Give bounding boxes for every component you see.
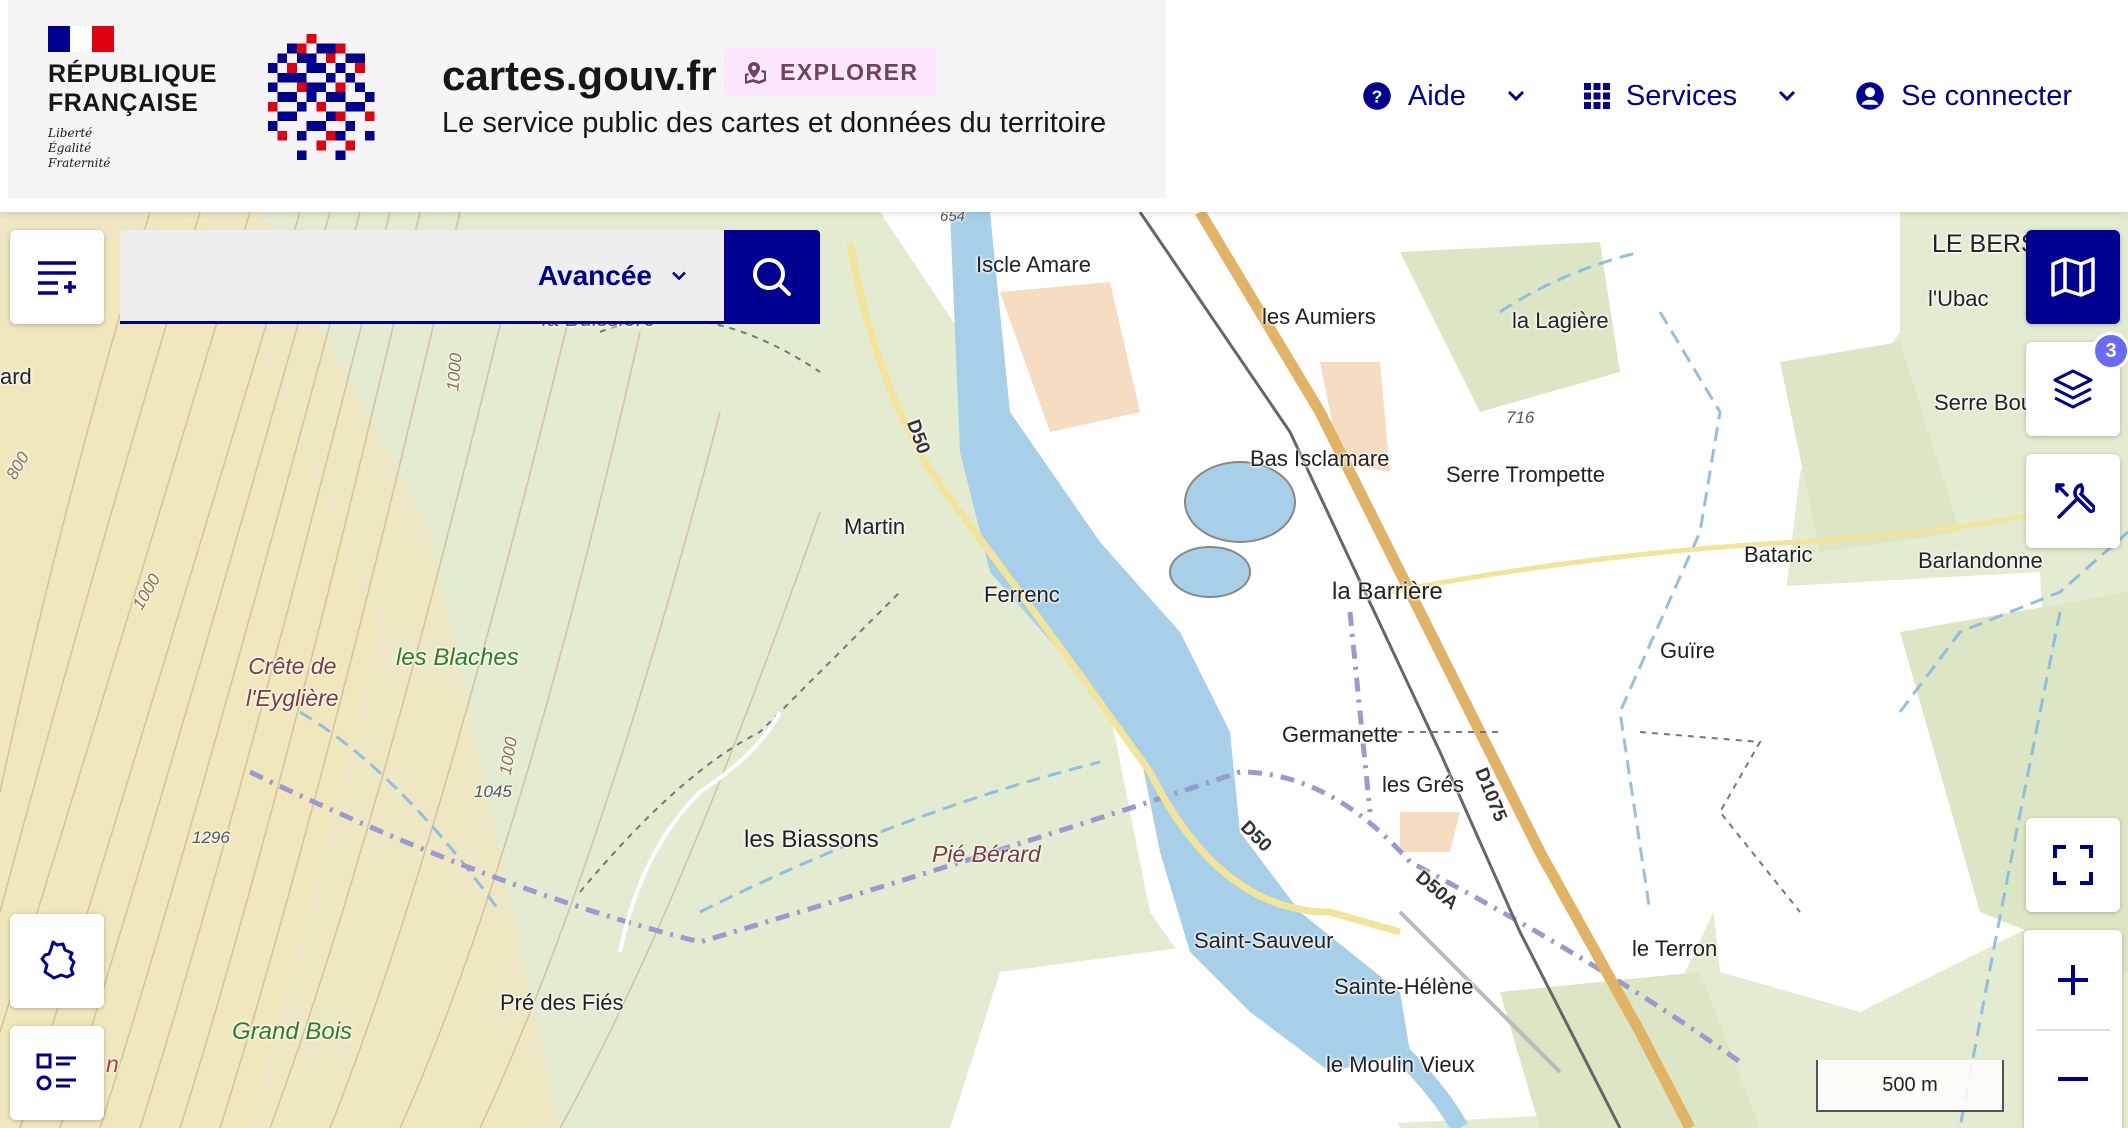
- zoom-out-button[interactable]: [2024, 1029, 2122, 1128]
- zoom-in-button[interactable]: [2024, 930, 2122, 1029]
- place-label-ferrenc: Ferrenc: [984, 582, 1060, 607]
- place-label-serre-bou: Serre Bou: [1934, 390, 2034, 415]
- france-map-icon: [40, 940, 76, 980]
- layers-icon: [2053, 369, 2093, 409]
- site-header: RÉPUBLIQUE FRANÇAISE Liberté Égalité Fra…: [0, 0, 2128, 212]
- place-label-germanette: Germanette: [1282, 722, 1399, 747]
- map-pin-icon: [745, 62, 766, 84]
- france-overview-button[interactable]: [10, 914, 104, 1008]
- help-label: Aide: [1407, 79, 1466, 112]
- place-label-sainte-helene: Sainte-Hélène: [1334, 974, 1474, 999]
- scale-bar: 500 m: [1816, 1060, 2004, 1112]
- search-icon: [753, 258, 791, 296]
- place-label-martin: Martin: [844, 514, 906, 539]
- relief-label-line1: Crête de: [248, 653, 337, 679]
- basemap-button[interactable]: [2026, 230, 2120, 324]
- motto: Liberté Égalité Fraternité: [48, 126, 228, 171]
- site-name[interactable]: cartes.gouv.fr: [442, 52, 717, 100]
- layers-button[interactable]: 3: [2026, 332, 2128, 436]
- explorer-badge: EXPLORER: [724, 48, 937, 96]
- catalog-menu-button[interactable]: [10, 230, 104, 324]
- chevron-down-icon: [1506, 89, 1526, 103]
- cartes-mosaic-logo: [267, 34, 375, 160]
- search-input[interactable]: [136, 250, 516, 300]
- add-list-icon: [38, 261, 76, 295]
- tools-icon: [2055, 482, 2095, 519]
- place-label-pre-des-fies: Pré des Fiés: [500, 990, 624, 1015]
- contour-label-1000-a: 1000: [443, 352, 466, 392]
- map-icon: [2051, 257, 2095, 297]
- motto-liberte: Liberté: [48, 126, 93, 140]
- place-label-la-lagiere: la Lagière: [1512, 308, 1609, 333]
- place-label-les-biassons: les Biassons: [744, 826, 879, 853]
- place-label-iscle-amare: Iscle Amare: [976, 252, 1091, 277]
- search-field[interactable]: Avancée: [120, 230, 724, 324]
- explorer-badge-label: EXPLORER: [780, 58, 919, 85]
- place-label-les-aumiers: les Aumiers: [1262, 304, 1376, 329]
- zoom-controls: [2024, 930, 2122, 1128]
- republic-title-line1: RÉPUBLIQUE: [48, 60, 217, 88]
- nature-label-les-blaches: les Blaches: [396, 644, 519, 671]
- header-tools: ? Aide Services Se connecter: [1304, 76, 2072, 116]
- map-canvas[interactable]: Iscle Amare les Aumiers la Lagière l'Uba…: [0, 212, 2128, 1128]
- services-label: Services: [1625, 79, 1738, 112]
- svg-text:?: ?: [1372, 86, 1383, 106]
- user-circle-icon: [1855, 81, 1885, 111]
- relief-label-line2: l'Eyglière: [246, 685, 339, 711]
- place-label-guire: Guïre: [1660, 638, 1716, 663]
- layers-count-badge: 3: [2092, 332, 2128, 370]
- grid-icon: [1583, 83, 1610, 109]
- list-settings-icon: [36, 1053, 76, 1091]
- relief-label-crete-de-leygliere: Crête de l'Eyglière: [246, 650, 339, 714]
- spot-height-1296: 1296: [192, 828, 230, 847]
- brand-panel[interactable]: RÉPUBLIQUE FRANÇAISE Liberté Égalité Fra…: [8, 0, 1166, 198]
- legend-button[interactable]: [10, 1026, 104, 1120]
- services-menu-button[interactable]: Services: [1583, 76, 1797, 116]
- advanced-search-label: Avancée: [537, 259, 652, 291]
- flag-icon: [48, 26, 114, 52]
- nature-label-grand-bois: Grand Bois: [232, 1018, 353, 1045]
- place-label-partial-left: ard: [0, 364, 32, 389]
- fullscreen-button[interactable]: [2026, 818, 2120, 912]
- chevron-down-icon: [1777, 89, 1797, 103]
- app-root: RÉPUBLIQUE FRANÇAISE Liberté Égalité Fra…: [0, 0, 2128, 1128]
- minus-icon: [2058, 1076, 2088, 1081]
- spot-height-1045: 1045: [474, 782, 512, 801]
- place-label-lubac: l'Ubac: [1928, 286, 1989, 311]
- login-label: Se connecter: [1901, 79, 2072, 112]
- search-bar: Avancée: [120, 230, 820, 324]
- help-menu-button[interactable]: ? Aide: [1362, 76, 1526, 116]
- plus-icon: [2058, 964, 2088, 995]
- tools-button[interactable]: [2026, 454, 2120, 548]
- advanced-search-toggle[interactable]: Avancée: [538, 260, 688, 292]
- republic-title-line2: FRANÇAISE: [48, 89, 199, 117]
- republique-francaise-logo: RÉPUBLIQUE FRANÇAISE Liberté Égalité Fra…: [48, 26, 228, 171]
- search-button[interactable]: [724, 230, 820, 324]
- place-label-le-bers: LE BERS: [1932, 230, 2038, 258]
- place-label-la-barriere: la Barrière: [1332, 578, 1443, 605]
- place-label-le-moulin-vieux: le Moulin Vieux: [1326, 1052, 1475, 1077]
- place-label-bas-isclamare: Bas Isclamare: [1250, 446, 1390, 471]
- place-label-saint-sauveur: Saint-Sauveur: [1194, 928, 1334, 953]
- place-label-serre-trompette: Serre Trompette: [1446, 462, 1605, 487]
- place-label-barlandonne: Barlandonne: [1918, 548, 2043, 573]
- fullscreen-icon: [2053, 845, 2093, 885]
- zoom-divider: [2036, 1029, 2110, 1031]
- site-tagline: Le service public des cartes et données …: [442, 107, 1107, 139]
- relief-label-pie-berard: Pié Bérard: [932, 841, 1041, 867]
- place-label-les-gres: les Grés: [1382, 772, 1464, 797]
- motto-fraternite: Fraternité: [48, 156, 111, 170]
- spot-height-716: 716: [1506, 408, 1535, 427]
- question-circle-icon: ?: [1362, 81, 1392, 111]
- login-button[interactable]: Se connecter: [1855, 76, 2072, 116]
- place-label-bataric: Bataric: [1744, 542, 1813, 567]
- chevron-down-icon: [670, 270, 688, 282]
- spot-height-654: 654: [940, 212, 966, 225]
- place-label-le-terron: le Terron: [1632, 936, 1718, 961]
- motto-egalite: Égalité: [48, 141, 92, 155]
- relief-label-partial: n: [106, 1051, 119, 1077]
